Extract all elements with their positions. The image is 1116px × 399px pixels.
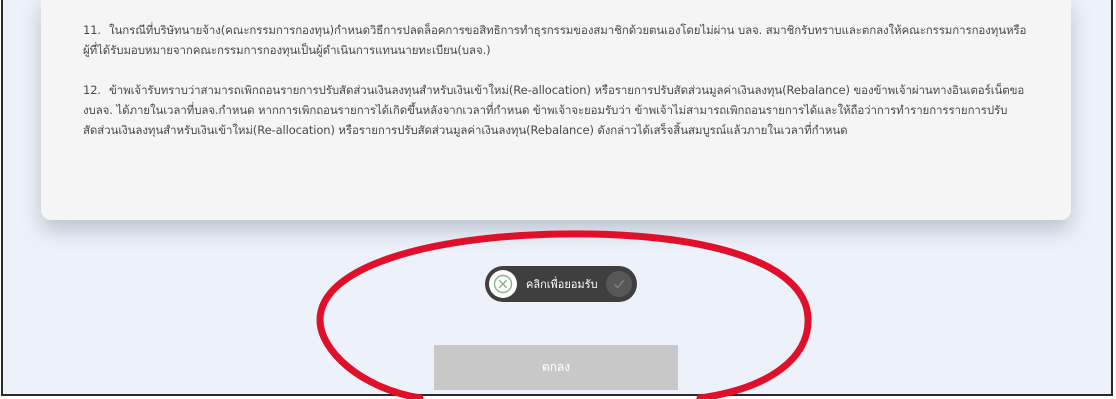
- term-text: ในกรณีที่บริษัทนายจ้าง(คณะกรรมการกองทุน)…: [83, 23, 1027, 57]
- term-clause-text: 12. ข้าพเจ้ารับทราบว่าสามารถเพิกถอนรายการ…: [83, 80, 1031, 140]
- term-clause-text: 11. ในกรณีที่บริษัทนายจ้าง(คณะกรรมการกองท…: [83, 20, 1031, 60]
- term-number: 12.: [83, 83, 101, 97]
- term-text: ข้าพเจ้ารับทราบว่าสามารถเพิกถอนรายการปรั…: [83, 83, 1025, 137]
- accept-terms-toggle[interactable]: คลิกเพื่อยอมรับ: [485, 266, 637, 302]
- term-number: 11.: [83, 23, 101, 37]
- check-circle-icon: [606, 271, 632, 297]
- consent-screen: 11. ในกรณีที่บริษัทนายจ้าง(คณะกรรมการกองท…: [1, 0, 1113, 396]
- ok-button[interactable]: ตกลง: [434, 345, 678, 390]
- term-clause-11: 11. ในกรณีที่บริษัทนายจ้าง(คณะกรรมการกองท…: [83, 20, 1031, 60]
- term-clause-12: 12. ข้าพเจ้ารับทราบว่าสามารถเพิกถอนรายการ…: [83, 80, 1031, 140]
- terms-card: 11. ในกรณีที่บริษัทนายจ้าง(คณะกรรมการกองท…: [41, 0, 1071, 220]
- x-circle-icon: [489, 270, 517, 298]
- accept-terms-label: คลิกเพื่อยอมรับ: [526, 278, 598, 291]
